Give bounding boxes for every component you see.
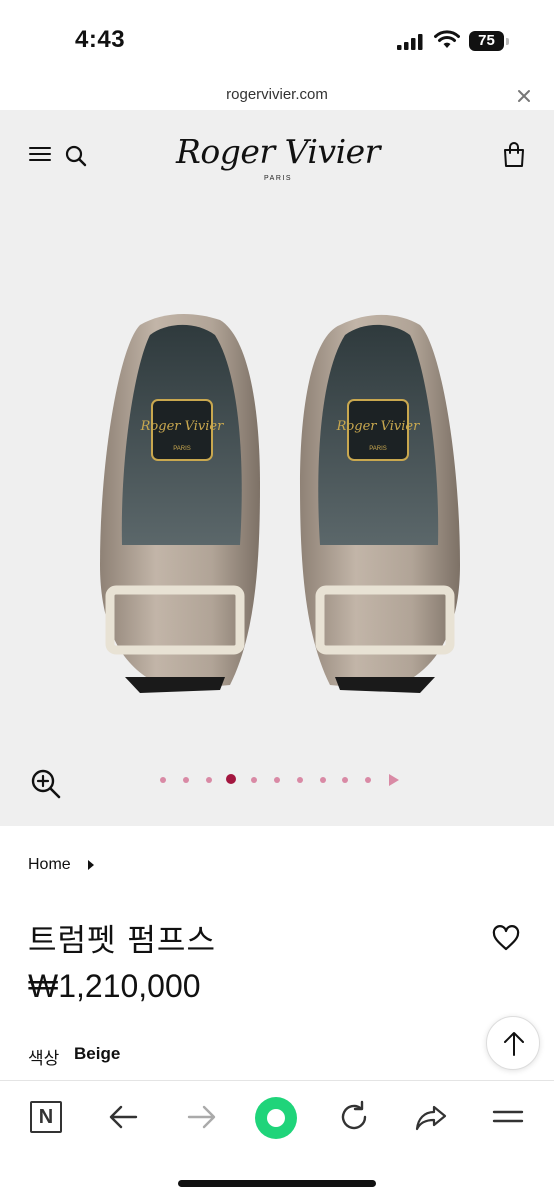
- pagination-dot[interactable]: [296, 777, 303, 783]
- url-bar[interactable]: rogervivier.com: [0, 80, 554, 110]
- color-label: 색상: [28, 1049, 60, 1068]
- arrow-up-icon: [504, 1032, 524, 1056]
- pagination-dot[interactable]: [182, 777, 189, 783]
- status-bar: 4:43 75: [0, 0, 554, 80]
- wishlist-heart-icon[interactable]: [492, 925, 520, 951]
- battery-level: 75: [469, 31, 504, 51]
- svg-text:Roger Vivier: Roger Vivier: [140, 419, 224, 434]
- scroll-to-top-button[interactable]: [486, 1016, 540, 1070]
- green-dot-inner: [267, 1109, 285, 1127]
- logo-wordmark: Roger Vivier: [176, 132, 380, 171]
- menu-icon[interactable]: [492, 1099, 524, 1135]
- svg-text:Roger Vivier: Roger Vivier: [336, 419, 420, 434]
- logo-subtitle: PARIS: [264, 175, 292, 182]
- pagination-dot[interactable]: [251, 777, 258, 783]
- home-indicator: [178, 1180, 376, 1187]
- back-arrow-icon[interactable]: [108, 1099, 140, 1135]
- browser-toolbar: N: [0, 1080, 554, 1200]
- pagination-dot[interactable]: [319, 777, 326, 783]
- pagination-dot[interactable]: [205, 777, 212, 783]
- color-value: Beige: [74, 1044, 121, 1063]
- caret-right-icon: [88, 860, 94, 870]
- cellular-signal-icon: [397, 34, 423, 50]
- refresh-icon[interactable]: [337, 1099, 371, 1135]
- svg-text:PARIS: PARIS: [173, 446, 191, 452]
- pagination-dot[interactable]: [274, 777, 280, 783]
- svg-text:PARIS: PARIS: [369, 446, 387, 452]
- product-photo[interactable]: Roger Vivier PARIS Roger Vivier PARIS: [80, 305, 480, 715]
- status-time: 4:43: [75, 26, 126, 53]
- shopping-bag-icon[interactable]: [502, 142, 526, 168]
- gallery-next-icon[interactable]: [388, 773, 400, 787]
- battery-indicator: 75: [469, 31, 509, 51]
- right-shoe: Roger Vivier PARIS: [300, 314, 460, 693]
- close-icon[interactable]: [514, 86, 534, 106]
- green-dot-button[interactable]: [255, 1097, 297, 1139]
- product-title: 트럼펫 펌프스: [28, 923, 216, 959]
- pagination-dot-active[interactable]: [226, 774, 237, 784]
- hamburger-menu-icon[interactable]: [29, 144, 51, 164]
- share-icon[interactable]: [414, 1099, 448, 1135]
- naver-home-button[interactable]: N: [30, 1101, 62, 1133]
- product-price: ₩1,210,000: [28, 968, 201, 1004]
- gallery-pagination: [160, 773, 400, 787]
- pagination-dot[interactable]: [160, 777, 166, 783]
- left-shoe: Roger Vivier PARIS: [100, 313, 260, 693]
- pagination-dot[interactable]: [365, 777, 372, 783]
- product-gallery: Roger Vivier PARIS Roger Vivier PARIS Ro…: [0, 110, 554, 826]
- breadcrumb-home-link[interactable]: Home: [28, 856, 71, 873]
- breadcrumb: Home: [28, 856, 94, 876]
- url-text[interactable]: rogervivier.com: [0, 86, 554, 103]
- forward-arrow-icon[interactable]: [185, 1099, 217, 1135]
- search-icon[interactable]: [64, 144, 88, 168]
- battery-nub: [506, 38, 509, 45]
- pagination-dot[interactable]: [342, 777, 349, 783]
- wifi-icon: [434, 30, 460, 48]
- color-selector: 색상 Beige: [28, 1044, 120, 1069]
- zoom-in-icon[interactable]: [30, 768, 62, 800]
- brand-logo[interactable]: Roger Vivier PARIS: [175, 132, 381, 188]
